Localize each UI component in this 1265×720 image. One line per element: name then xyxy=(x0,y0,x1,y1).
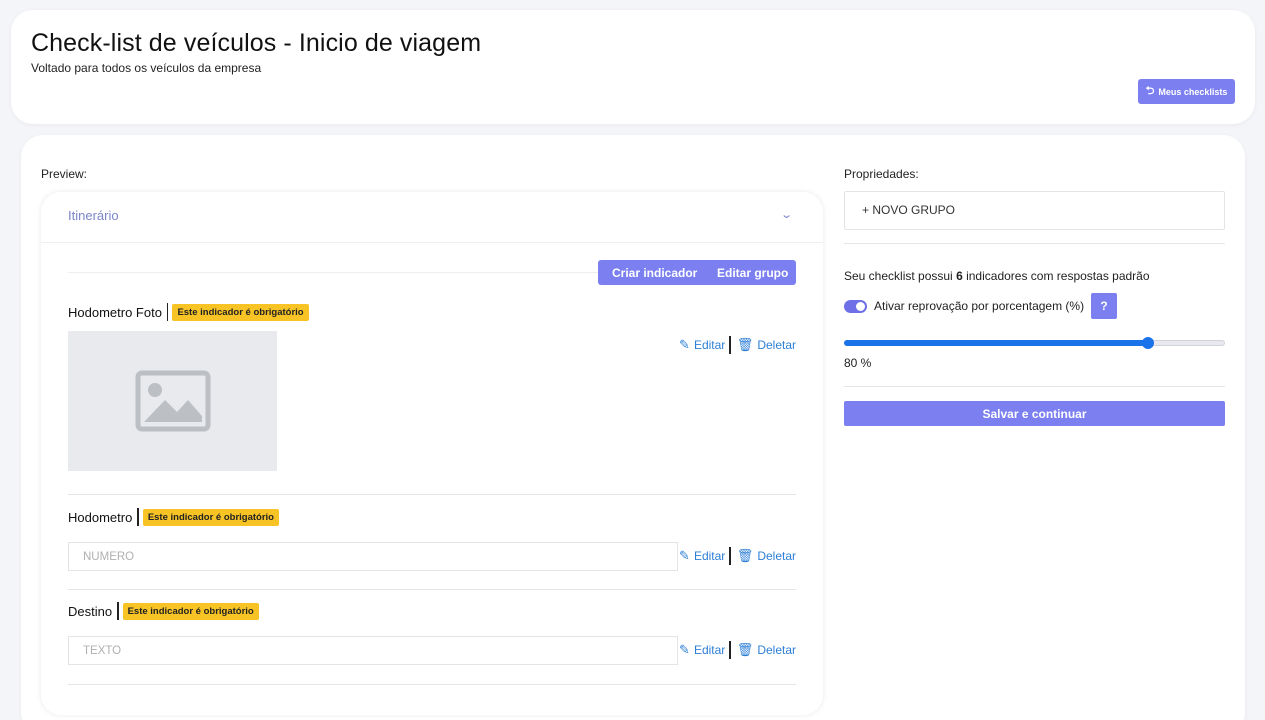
required-badge: Este indicador é obrigatório xyxy=(122,602,259,620)
delete-link[interactable]: 🗑 Deletar xyxy=(737,548,796,564)
page-title: Check-list de veículos - Inicio de viage… xyxy=(31,29,482,57)
edit-group-button[interactable]: Editar grupo xyxy=(701,260,796,285)
pencil-icon: ✎ xyxy=(679,548,690,563)
delete-label: Deletar xyxy=(757,549,796,563)
delete-label: Deletar xyxy=(757,643,796,657)
indicator-name: Hodometro xyxy=(68,509,133,525)
indicator-item: Hodometro Foto Este indicador é obrigató… xyxy=(68,302,796,497)
slider-fill xyxy=(844,340,1148,346)
indicator-actions: ✎ Editar 🗑 Deletar xyxy=(679,547,796,565)
indicator-divider xyxy=(68,494,796,495)
indicator-header: Hodometro Foto Este indicador é obrigató… xyxy=(68,302,796,322)
main-card: Preview: Itinerário ⌄ Criar indicador Ed… xyxy=(21,135,1245,720)
indicator-divider xyxy=(68,684,796,685)
separator xyxy=(729,547,731,565)
separator xyxy=(729,641,731,659)
reprove-toggle-row: Ativar reprovação por porcentagem (%) ? xyxy=(844,293,1118,319)
indicator-divider xyxy=(68,589,796,590)
pencil-icon: ✎ xyxy=(679,642,690,657)
indicator-item: Destino Este indicador é obrigatório ✎ E… xyxy=(68,601,796,686)
separator xyxy=(117,602,119,620)
indicator-actions: ✎ Editar 🗑 Deletar xyxy=(679,336,796,354)
indicator-name: Hodometro Foto xyxy=(68,304,162,320)
indicator-actions: ✎ Editar 🗑 Deletar xyxy=(679,641,796,659)
trash-icon: 🗑 xyxy=(736,337,754,352)
create-indicator-button[interactable]: Criar indicador xyxy=(598,260,701,285)
pencil-icon: ✎ xyxy=(679,337,690,352)
preview-panel: Itinerário ⌄ Criar indicador Editar grup… xyxy=(41,192,823,715)
group-header[interactable]: Itinerário ⌄ xyxy=(41,192,823,243)
image-placeholder[interactable] xyxy=(68,331,277,471)
delete-link[interactable]: 🗑 Deletar xyxy=(737,642,796,658)
summary-count: 6 xyxy=(956,269,963,283)
properties-divider xyxy=(844,243,1225,244)
new-group-button[interactable]: + NOVO GRUPO xyxy=(844,191,1225,230)
edit-link[interactable]: ✎ Editar xyxy=(679,337,725,353)
reprove-toggle[interactable] xyxy=(844,299,867,313)
required-badge: Este indicador é obrigatório xyxy=(142,508,279,526)
delete-label: Deletar xyxy=(757,338,796,352)
text-input[interactable] xyxy=(68,636,678,665)
delete-link[interactable]: 🗑 Deletar xyxy=(737,337,796,353)
properties-divider xyxy=(844,386,1225,387)
indicator-header: Destino Este indicador é obrigatório xyxy=(68,601,796,621)
undo-icon: ⮌ xyxy=(1145,85,1155,97)
group-title: Itinerário xyxy=(68,208,119,223)
save-continue-button[interactable]: Salvar e continuar xyxy=(844,401,1225,426)
image-icon xyxy=(135,370,210,432)
help-button[interactable]: ? xyxy=(1091,293,1118,319)
group-toolbar: Criar indicador Editar grupo xyxy=(598,260,796,285)
trash-icon: 🗑 xyxy=(736,642,754,657)
slider-thumb[interactable] xyxy=(1142,337,1155,349)
my-checklists-label: Meus checklists xyxy=(1158,86,1228,97)
chevron-down-icon[interactable]: ⌄ xyxy=(780,208,793,221)
toolbar-divider xyxy=(68,272,598,273)
number-input[interactable] xyxy=(68,542,678,571)
page-subtitle: Voltado para todos os veículos da empres… xyxy=(31,61,262,75)
percentage-slider[interactable] xyxy=(844,337,1225,349)
edit-link[interactable]: ✎ Editar xyxy=(679,548,725,564)
edit-link[interactable]: ✎ Editar xyxy=(679,642,725,658)
trash-icon: 🗑 xyxy=(736,548,754,563)
separator xyxy=(166,303,169,321)
properties-label: Propriedades: xyxy=(844,167,919,181)
summary-prefix: Seu checklist possui xyxy=(844,269,957,283)
indicator-name: Destino xyxy=(68,603,113,619)
header-card: Check-list de veículos - Inicio de viage… xyxy=(11,10,1255,124)
edit-label: Editar xyxy=(693,338,726,352)
required-badge: Este indicador é obrigatório xyxy=(172,303,309,321)
edit-label: Editar xyxy=(693,643,726,657)
indicator-summary: Seu checklist possui 6 indicadores com r… xyxy=(844,269,1150,283)
summary-suffix: indicadores com respostas padrão xyxy=(962,269,1150,283)
separator xyxy=(729,336,731,354)
reprove-toggle-label: Ativar reprovação por porcentagem (%) xyxy=(874,299,1085,313)
preview-label: Preview: xyxy=(41,167,88,181)
indicator-header: Hodometro Este indicador é obrigatório xyxy=(68,507,796,527)
edit-label: Editar xyxy=(693,549,726,563)
separator xyxy=(137,508,139,526)
my-checklists-button[interactable]: ⮌ Meus checklists xyxy=(1138,79,1235,104)
slider-value: 80 % xyxy=(844,356,872,370)
indicator-item: Hodometro Este indicador é obrigatório ✎… xyxy=(68,507,796,592)
